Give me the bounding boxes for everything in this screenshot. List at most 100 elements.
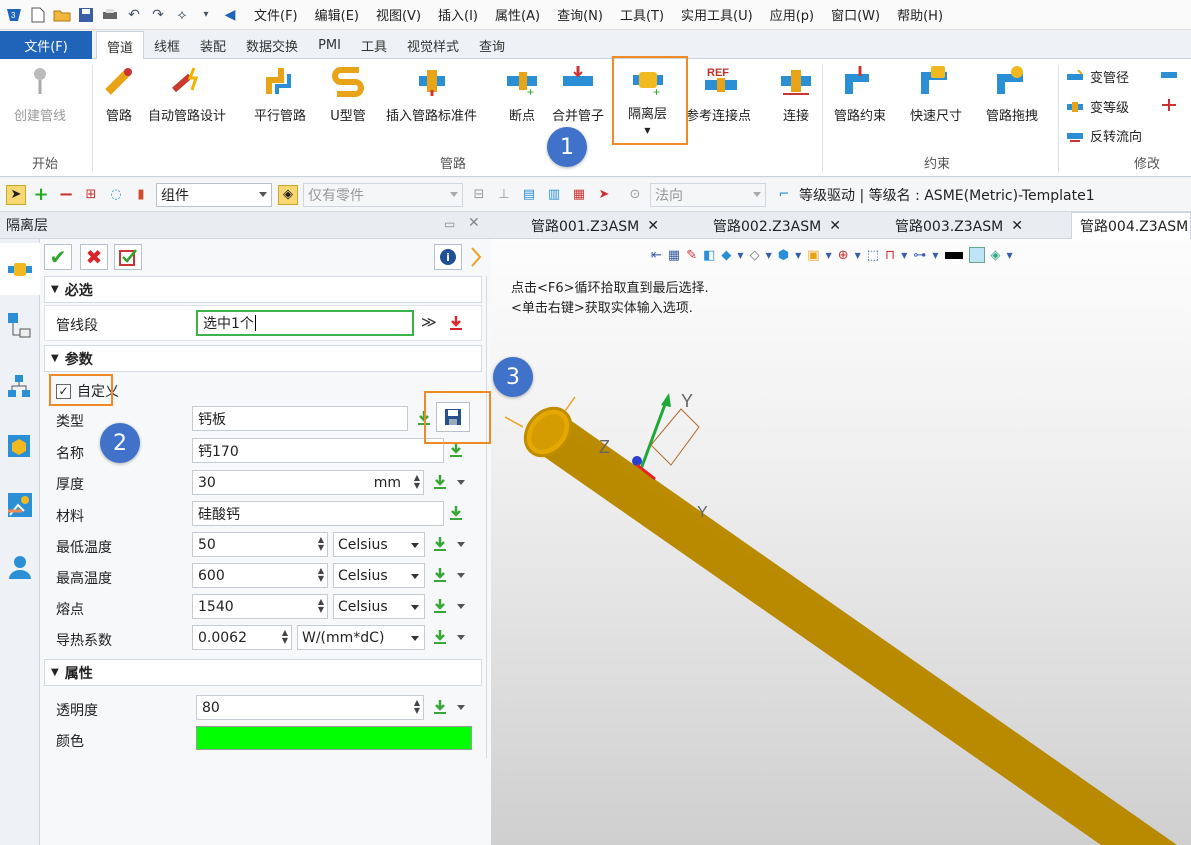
measure-icon[interactable]: ⊥: [494, 185, 514, 205]
thickness-download-icon[interactable]: [430, 472, 450, 492]
menu-view[interactable]: 视图(V): [376, 5, 421, 24]
transparency-field[interactable]: 80 ▲ ▼: [196, 695, 424, 720]
menu-tools[interactable]: 工具(T): [620, 5, 664, 24]
select-mode-icon[interactable]: ⟡: [172, 5, 192, 25]
min-temp-unit-select[interactable]: Celsius: [333, 532, 425, 557]
assembly-tree-icon[interactable]: [6, 311, 32, 343]
menu-window[interactable]: 窗口(W): [831, 5, 880, 24]
menu-help[interactable]: 帮助(H): [897, 5, 943, 24]
required-section-header[interactable]: ▼ 必选: [44, 276, 482, 303]
u-pipe-button[interactable]: U型管: [330, 63, 366, 133]
direction-combo[interactable]: 法向: [650, 182, 766, 207]
add-icon[interactable]: +: [31, 184, 51, 205]
close-icon[interactable]: ✕: [1011, 218, 1023, 234]
print-icon[interactable]: [100, 5, 120, 25]
segment-pick-icon[interactable]: [446, 313, 466, 333]
material-field[interactable]: 硅酸钙: [192, 501, 444, 526]
type-field[interactable]: 钙板: [192, 406, 408, 431]
tab-assembly[interactable]: 装配: [190, 32, 236, 60]
select-cursor-icon[interactable]: ➤: [6, 184, 26, 205]
conductivity-dropdown-icon[interactable]: [457, 635, 465, 640]
segment-field[interactable]: 选中1个: [196, 310, 414, 336]
hierarchy-icon[interactable]: [6, 373, 32, 403]
melt-unit-select[interactable]: Celsius: [333, 594, 425, 619]
auto-pipe-design-button[interactable]: 自动管路设计: [148, 63, 226, 133]
change-grade-button[interactable]: 变等级: [1066, 97, 1129, 116]
tab-wireframe[interactable]: 线框: [144, 32, 190, 60]
menu-apps[interactable]: 应用(p): [770, 5, 814, 24]
tab-tools[interactable]: 工具: [351, 32, 397, 60]
new-file-icon[interactable]: [28, 5, 48, 25]
pipe-drag-button[interactable]: 管路拖拽: [986, 63, 1038, 133]
menu-query[interactable]: 查询(N): [557, 5, 603, 24]
min-temp-spinner[interactable]: ▲ ▼: [318, 536, 324, 552]
box-select-icon[interactable]: ⊞: [81, 185, 101, 205]
transparency-download-icon[interactable]: [430, 697, 450, 717]
doc-tab-004[interactable]: 管路004.Z3ASM: [1071, 212, 1191, 239]
conductivity-download-icon[interactable]: [430, 627, 450, 647]
tab-data-exchange[interactable]: 数据交换: [236, 32, 308, 60]
conductivity-unit-select[interactable]: W/(mm*dC): [297, 625, 425, 650]
max-temp-dropdown-icon[interactable]: [457, 573, 465, 578]
customize-dropdown-icon[interactable]: ▾: [196, 5, 216, 25]
tab-pmi[interactable]: PMI: [308, 32, 351, 60]
menu-attributes[interactable]: 属性(A): [495, 5, 540, 24]
max-temp-spinner[interactable]: ▲ ▼: [318, 567, 324, 583]
reverse-flow-button[interactable]: 反转流向: [1066, 126, 1142, 145]
thickness-spinner[interactable]: ▲ ▼: [414, 474, 420, 490]
min-temp-field[interactable]: 50 ▲ ▼: [192, 532, 328, 557]
align-icon-2[interactable]: ▥: [544, 185, 564, 205]
user-icon[interactable]: [6, 553, 34, 585]
max-temp-download-icon[interactable]: [430, 565, 450, 585]
menu-utilities[interactable]: 实用工具(U): [681, 5, 753, 24]
ok-button[interactable]: ✔: [44, 244, 72, 270]
pointer-icon[interactable]: ➤: [594, 185, 614, 205]
min-temp-dropdown-icon[interactable]: [457, 542, 465, 547]
melt-field[interactable]: 1540 ▲ ▼: [192, 594, 328, 619]
redo-icon[interactable]: ↷: [148, 5, 168, 25]
parts-filter-icon[interactable]: ◈: [278, 184, 298, 205]
panel-pin-icon[interactable]: [468, 244, 484, 270]
direction-icon[interactable]: ⊙: [625, 185, 645, 205]
close-icon[interactable]: ✕: [647, 218, 659, 234]
thickness-dropdown-icon[interactable]: [457, 480, 465, 485]
lasso-icon[interactable]: ◌: [106, 185, 126, 205]
sidebar-tab-insulation[interactable]: [0, 243, 40, 295]
melt-download-icon[interactable]: [430, 596, 450, 616]
params-section-header[interactable]: ▼ 参数: [44, 345, 482, 372]
pipe-model[interactable]: Y Z Y: [491, 239, 1191, 845]
more-modify-icon[interactable]: [1160, 67, 1184, 83]
align-icon-3[interactable]: ▦: [569, 185, 589, 205]
save-icon[interactable]: [76, 5, 96, 25]
parts-only-combo[interactable]: 仅有零件: [303, 182, 463, 207]
doc-tab-003[interactable]: 管路003.Z3ASM ✕: [895, 212, 1023, 239]
connect-button[interactable]: 连接: [778, 63, 814, 133]
open-folder-icon[interactable]: [52, 5, 72, 25]
tab-query[interactable]: 查询: [469, 32, 515, 60]
grade-drive-icon[interactable]: ⌐: [774, 185, 794, 205]
parallel-pipe-button[interactable]: 平行管路: [254, 63, 306, 133]
tab-visual-style[interactable]: 视觉样式: [397, 32, 469, 60]
pipe-button[interactable]: 管路: [101, 63, 137, 133]
tab-pipe[interactable]: 管道: [96, 31, 145, 60]
quick-dimension-button[interactable]: 快速尺寸: [910, 63, 962, 133]
menu-insert[interactable]: 插入(I): [438, 5, 478, 24]
filter-icon[interactable]: ▮: [131, 185, 151, 205]
merge-pipe-button[interactable]: 合并管子: [552, 63, 604, 133]
tab-file[interactable]: 文件(F): [0, 31, 92, 59]
close-icon[interactable]: ✕: [829, 218, 841, 234]
break-point-button[interactable]: + 断点: [504, 63, 540, 133]
image-icon[interactable]: [6, 491, 34, 523]
undo-icon[interactable]: ↶: [124, 5, 144, 25]
insert-pipe-standard-button[interactable]: 插入管路标准件: [386, 63, 477, 133]
melt-spinner[interactable]: ▲ ▼: [318, 598, 324, 614]
panel-restore-icon[interactable]: ▭: [444, 217, 455, 231]
apply-button[interactable]: [114, 244, 142, 270]
max-temp-field[interactable]: 600 ▲ ▼: [192, 563, 328, 588]
min-temp-download-icon[interactable]: [430, 534, 450, 554]
remove-icon[interactable]: −: [56, 184, 76, 205]
align-icon-1[interactable]: ▤: [519, 185, 539, 205]
transparency-dropdown-icon[interactable]: [457, 705, 465, 710]
reference-connection-point-button[interactable]: REF 参考连接点: [686, 63, 751, 133]
melt-dropdown-icon[interactable]: [457, 604, 465, 609]
